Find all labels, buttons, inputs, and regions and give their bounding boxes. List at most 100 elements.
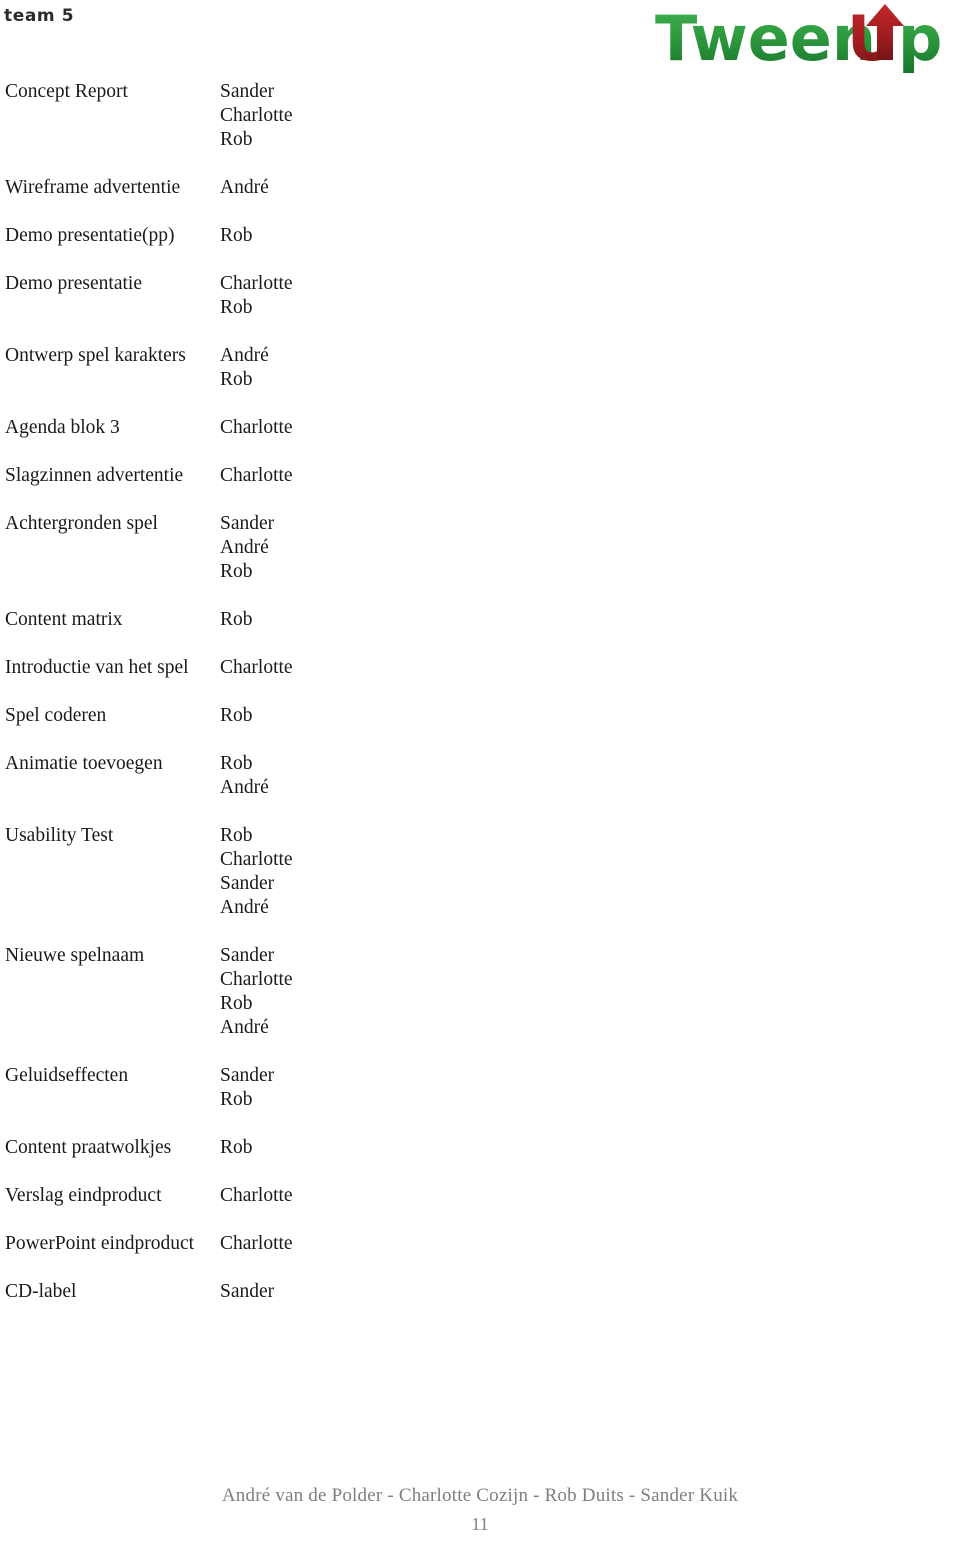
task-members: Sander: [210, 1280, 700, 1304]
task-assignment-list: Concept Report Sander Charlotte Rob Wirefram…: [0, 80, 700, 1328]
member-name: Rob: [220, 993, 253, 1014]
task-members: Sander Charlotte Rob André: [210, 944, 700, 1040]
task-members: Charlotte Rob: [210, 272, 700, 320]
logo-letter-p: p: [898, 2, 942, 75]
team-label: team 5: [4, 6, 75, 26]
member-name: Rob: [220, 1089, 253, 1110]
task-members: Sander Charlotte Rob: [210, 80, 700, 152]
task-row: Geluidseffecten Sander Rob: [0, 1064, 700, 1112]
member-name: Rob: [220, 369, 253, 390]
task-name: Concept Report: [5, 81, 128, 102]
member-name: Rob: [220, 225, 253, 246]
member-name: André: [220, 537, 269, 558]
task-row: Slagzinnen advertentie Charlotte: [0, 464, 700, 488]
member-name: Rob: [220, 129, 253, 150]
task-members: André Rob: [210, 344, 700, 392]
member-name: Charlotte: [220, 849, 293, 870]
task-row: Spel coderen Rob: [0, 704, 700, 728]
logo-word-tween: Tween: [655, 2, 876, 75]
document-footer: André van de Polder - Charlotte Cozijn -…: [0, 1483, 960, 1537]
task-members: Rob: [210, 704, 700, 728]
task-members: Charlotte: [210, 1184, 700, 1208]
member-name: Charlotte: [220, 273, 293, 294]
task-name: Verslag eindproduct: [5, 1185, 162, 1206]
page-number: 11: [471, 1514, 489, 1534]
task-name: Demo presentatie: [5, 273, 142, 294]
task-name: Usability Test: [5, 825, 114, 846]
task-row: Demo presentatie Charlotte Rob: [0, 272, 700, 320]
member-name: Rob: [220, 825, 253, 846]
member-name: Charlotte: [220, 417, 293, 438]
task-name: Animatie toevoegen: [5, 753, 163, 774]
task-row: Content matrix Rob: [0, 608, 700, 632]
task-members: Charlotte: [210, 416, 700, 440]
task-members: Rob Charlotte Sander André: [210, 824, 700, 920]
task-name: Slagzinnen advertentie: [5, 465, 184, 486]
task-members: André: [210, 176, 700, 200]
member-name: Rob: [220, 705, 253, 726]
document-header: team 5 Tween U p: [0, 0, 960, 80]
task-members: Sander André Rob: [210, 512, 700, 584]
task-name: Ontwerp spel karakters: [5, 345, 186, 366]
task-row: Verslag eindproduct Charlotte: [0, 1184, 700, 1208]
member-name: André: [220, 345, 269, 366]
member-name: Rob: [220, 1137, 253, 1158]
member-name: Charlotte: [220, 465, 293, 486]
member-name: Rob: [220, 753, 253, 774]
task-members: Charlotte: [210, 656, 700, 680]
member-name: Charlotte: [220, 657, 293, 678]
task-name: Demo presentatie(pp): [5, 225, 175, 246]
task-row: Agenda blok 3 Charlotte: [0, 416, 700, 440]
task-row: CD-label Sander: [0, 1280, 700, 1304]
task-name: Nieuwe spelnaam: [5, 945, 145, 966]
member-name: André: [220, 177, 269, 198]
task-row: Animatie toevoegen Rob André: [0, 752, 700, 800]
member-name: André: [220, 777, 269, 798]
member-name: Charlotte: [220, 105, 293, 126]
task-name: Spel coderen: [5, 705, 107, 726]
task-name: Content matrix: [5, 609, 123, 630]
member-name: Sander: [220, 1065, 275, 1086]
task-members: Rob André: [210, 752, 700, 800]
task-members: Rob: [210, 224, 700, 248]
task-name: Geluidseffecten: [5, 1065, 129, 1086]
member-name: André: [220, 1017, 269, 1038]
task-row: Usability Test Rob Charlotte Sander André: [0, 824, 700, 920]
task-name: PowerPoint eindproduct: [5, 1233, 195, 1254]
member-name: Rob: [220, 609, 253, 630]
member-name: André: [220, 897, 269, 918]
task-members: Rob: [210, 1136, 700, 1160]
task-members: Charlotte: [210, 464, 700, 488]
task-name: Achtergronden spel: [5, 513, 158, 534]
task-members: Rob: [210, 608, 700, 632]
task-row: Concept Report Sander Charlotte Rob: [0, 80, 700, 152]
member-name: Sander: [220, 873, 275, 894]
member-name: Rob: [220, 297, 253, 318]
member-name: Charlotte: [220, 1233, 293, 1254]
task-row: Ontwerp spel karakters André Rob: [0, 344, 700, 392]
member-name: Rob: [220, 561, 253, 582]
member-name: Sander: [220, 945, 275, 966]
task-row: Content praatwolkjes Rob: [0, 1136, 700, 1160]
task-row: Introductie van het spel Charlotte: [0, 656, 700, 680]
task-row: Demo presentatie(pp) Rob: [0, 224, 700, 248]
task-name: Content praatwolkjes: [5, 1137, 172, 1158]
tweenup-logo-svg: Tween U p: [655, 2, 942, 75]
task-name: CD-label: [5, 1281, 77, 1302]
tweenup-logo: Tween U p: [655, 2, 955, 78]
task-members: Charlotte: [210, 1232, 700, 1256]
task-row: Nieuwe spelnaam Sander Charlotte Rob André: [0, 944, 700, 1040]
task-name: Introductie van het spel: [5, 657, 189, 678]
task-row: PowerPoint eindproduct Charlotte: [0, 1232, 700, 1256]
footer-authors: André van de Polder - Charlotte Cozijn -…: [221, 1485, 739, 1506]
member-name: Sander: [220, 81, 275, 102]
member-name: Charlotte: [220, 969, 293, 990]
task-members: Sander Rob: [210, 1064, 700, 1112]
task-name: Wireframe advertentie: [5, 177, 181, 198]
member-name: Sander: [220, 513, 275, 534]
member-name: Sander: [220, 1281, 275, 1302]
task-row: Achtergronden spel Sander André Rob: [0, 512, 700, 584]
member-name: Charlotte: [220, 1185, 293, 1206]
task-name: Agenda blok 3: [5, 417, 120, 438]
task-row: Wireframe advertentie André: [0, 176, 700, 200]
